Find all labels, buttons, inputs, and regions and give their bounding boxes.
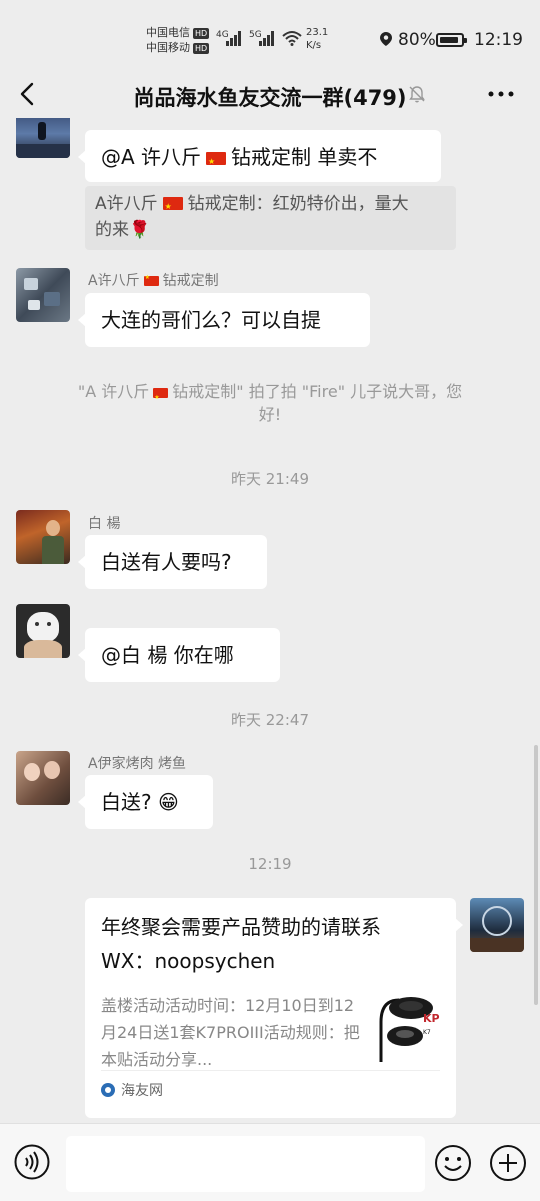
avatar[interactable] — [16, 118, 70, 158]
timestamp: 12:19 — [248, 855, 292, 873]
china-flag-icon — [162, 194, 183, 220]
sender-name: 白 楊 — [88, 516, 121, 532]
signal-icon — [226, 30, 244, 46]
status-time: 12:19 — [474, 30, 523, 50]
timestamp: 昨天 22:47 — [231, 711, 309, 729]
avatar[interactable] — [16, 268, 70, 322]
page-title: 尚品海水鱼友交流一群(479) — [133, 86, 407, 110]
status-bar: 中国电信 HD 中国移动 HD 4G 5G 23.1 K/s 80% 12:19 — [0, 0, 540, 72]
avatar[interactable] — [16, 604, 70, 658]
sender-name: A许八斤钻戒定制 — [88, 270, 219, 290]
emoji-icon[interactable] — [434, 1144, 472, 1182]
source-logo-icon — [101, 1083, 115, 1097]
carrier-info: 中国电信 HD 中国移动 HD — [146, 25, 210, 55]
product-thumbnail: KP K7 — [371, 992, 441, 1066]
scrollbar[interactable] — [534, 745, 538, 1005]
bell-off-icon — [409, 86, 425, 103]
link-card[interactable]: 年终聚会需要产品赞助的请联系 WX：noopsychen 盖楼活动活动时间：12… — [85, 898, 463, 1118]
link-card-title-line2: WX：noopsychen — [101, 949, 276, 973]
signal-icon — [259, 30, 277, 46]
chat-header: 尚品海水鱼友交流一群(479) — [0, 72, 540, 118]
network-speed: 23.1 K/s — [306, 27, 329, 51]
link-card-title: 年终聚会需要产品赞助的请联系 — [101, 915, 381, 939]
battery-percent: 80% — [398, 30, 436, 50]
hd-badge: HD — [193, 42, 210, 54]
message-bubble[interactable]: 白送有人要吗? — [78, 535, 267, 589]
china-flag-icon — [206, 149, 227, 175]
voice-icon[interactable] — [14, 1144, 50, 1180]
message-input[interactable] — [66, 1136, 425, 1192]
wifi-icon — [282, 31, 302, 46]
quoted-message[interactable]: A许八斤钻戒定制：红奶特价出，量大 的来🌹 — [85, 186, 456, 250]
message-bubble[interactable]: @白 楊 你在哪 — [78, 628, 280, 682]
message-bubble[interactable]: 大连的哥们么？可以自提 — [78, 293, 370, 347]
more-icon[interactable] — [486, 82, 516, 106]
system-message: "A 许八斤钻戒定制" 拍了拍 "Fire" 儿子说大哥，您 好! — [40, 380, 500, 426]
message-list[interactable]: @A 许八斤钻戒定制 单卖不 A许八斤钻戒定制：红奶特价出，量大 的来🌹 A许八… — [0, 118, 540, 1123]
battery-icon — [436, 33, 467, 47]
avatar[interactable] — [16, 510, 70, 564]
avatar[interactable] — [16, 751, 70, 805]
svg-text:K7: K7 — [423, 1029, 431, 1036]
china-flag-icon — [143, 274, 159, 286]
sender-name: A伊家烤肉 烤鱼 — [88, 756, 187, 772]
timestamp: 昨天 21:49 — [231, 470, 309, 488]
message-bubble[interactable]: 白送? 😁 — [78, 775, 213, 829]
link-card-description: 盖楼活动活动时间：12月10日到12月24日送1套K7PROIII活动规则：把本… — [101, 996, 360, 1069]
avatar[interactable] — [470, 898, 524, 952]
link-card-divider — [101, 1070, 440, 1071]
location-icon — [380, 32, 392, 46]
plus-icon[interactable] — [489, 1144, 527, 1182]
message-bubble[interactable]: @A 许八斤钻戒定制 单卖不 — [78, 130, 441, 182]
carrier-mobile: 中国移动 — [146, 41, 190, 54]
hd-badge: HD — [193, 27, 210, 39]
link-card-source: 海友网 — [101, 1080, 163, 1100]
svg-text:KP: KP — [423, 1012, 440, 1025]
carrier-telecom: 中国电信 — [146, 26, 190, 39]
china-flag-icon — [153, 386, 169, 409]
input-bar — [0, 1123, 540, 1201]
grin-emoji: 😁 — [157, 790, 179, 814]
